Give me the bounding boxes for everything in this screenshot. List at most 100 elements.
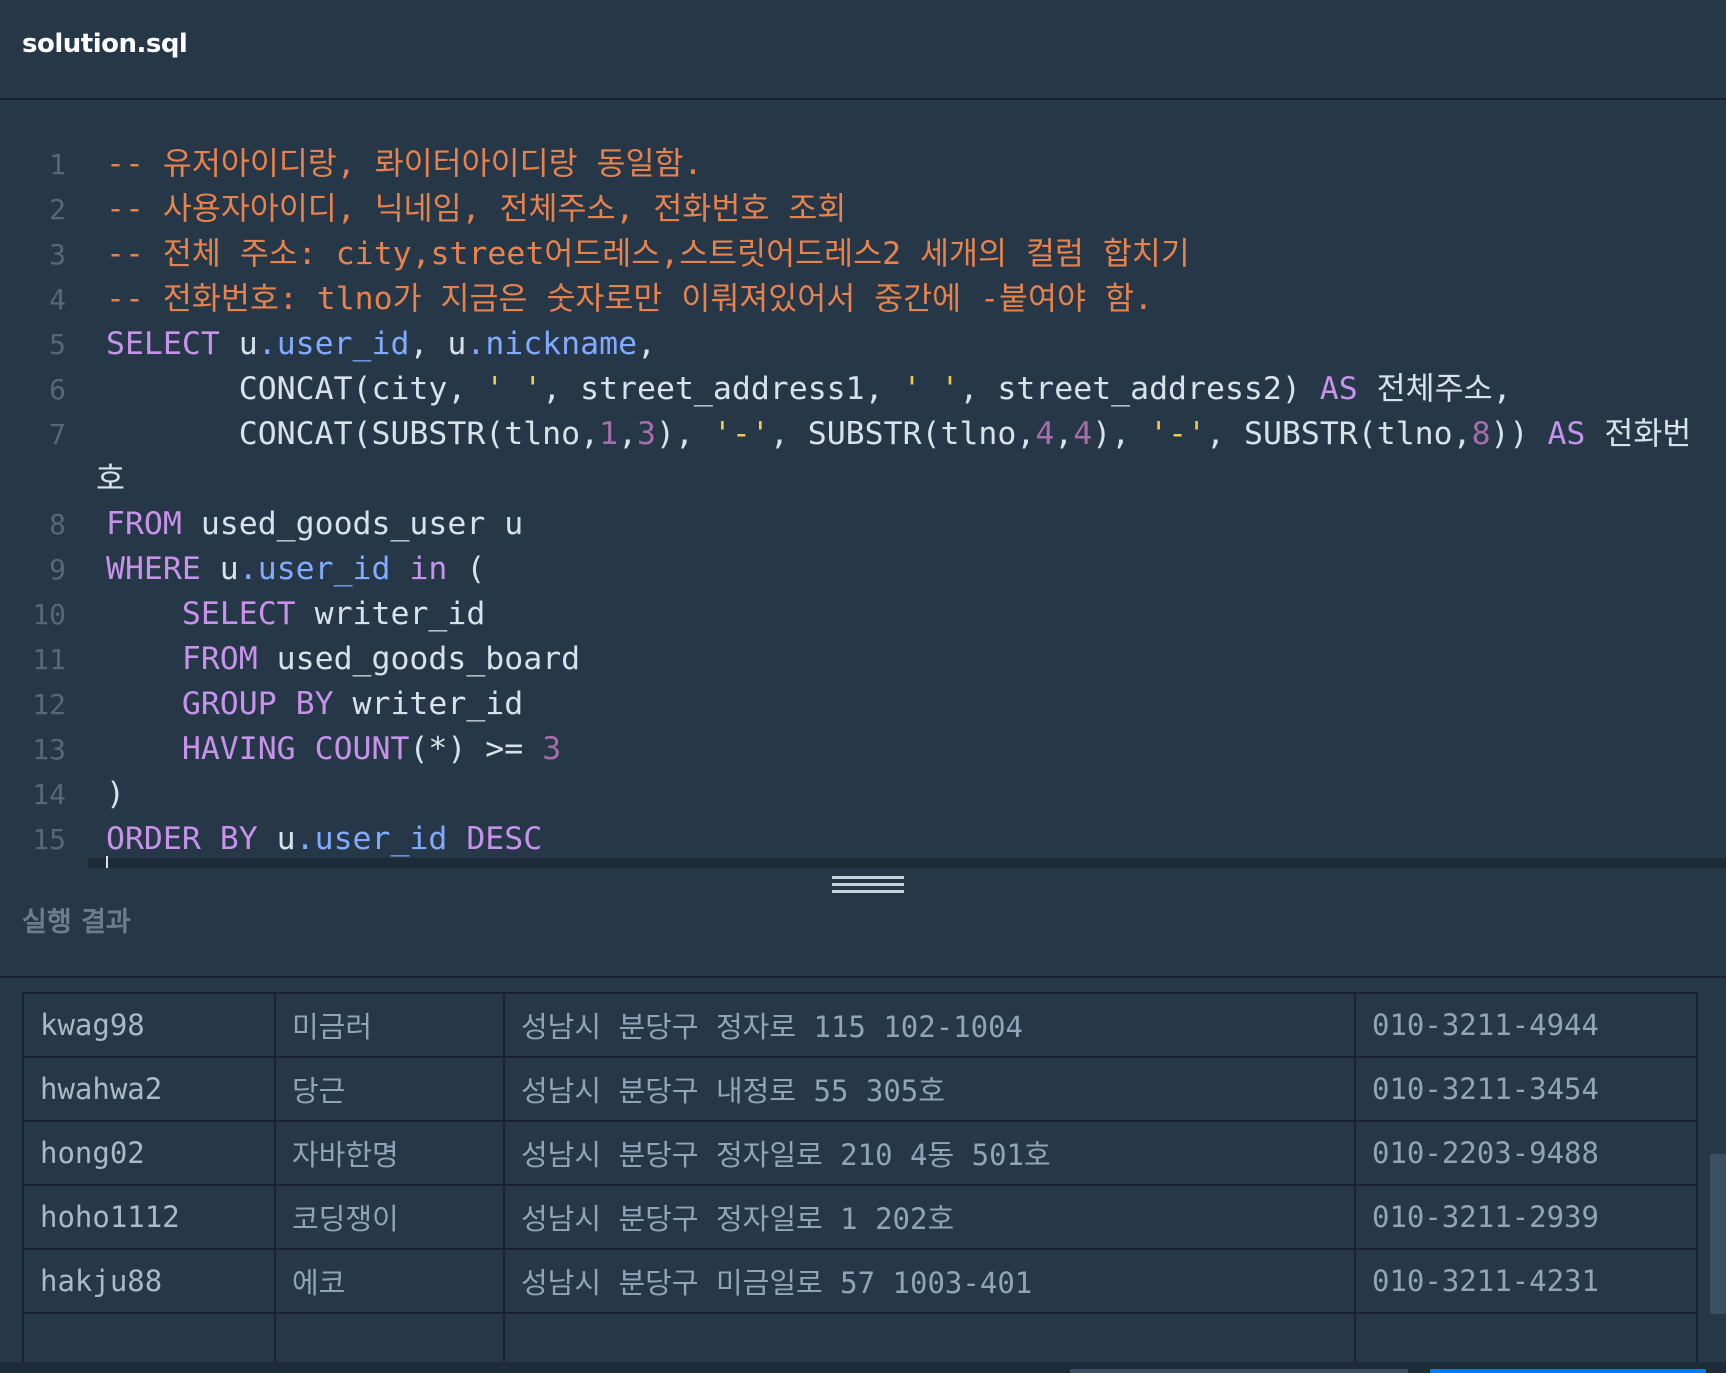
table-cell: 미금러	[274, 992, 505, 1058]
code-token: ,	[1054, 416, 1074, 452]
code-line[interactable]: 7 CONCAT(SUBSTR(tlno,1,3), '-', SUBSTR(t…	[0, 412, 1726, 457]
table-cell: 코딩쟁이	[274, 1184, 505, 1250]
file-title: solution.sql	[22, 29, 188, 59]
line-number: 15	[32, 823, 66, 856]
code-token: ,	[637, 326, 657, 362]
code-text[interactable]: FROM used_goods_board	[106, 637, 580, 682]
code-text[interactable]: -- 사용자아이디, 닉네임, 전체주소, 전화번호 조회	[106, 187, 846, 232]
code-text[interactable]: )	[106, 772, 125, 817]
code-token: u	[200, 551, 239, 587]
table-cell: hoho1112	[22, 1184, 276, 1250]
code-line[interactable]: 11 FROM used_goods_board	[0, 637, 1726, 682]
code-token: GROUP BY	[181, 686, 334, 722]
code-line[interactable]: 10 SELECT writer_id	[0, 592, 1726, 637]
code-token: ,	[618, 416, 638, 452]
bottom-action-bar	[0, 1362, 1726, 1373]
code-line[interactable]: 4 -- 전화번호: tlno가 지금은 숫자로만 이뤄져있어서 중간에 -붙여야…	[0, 277, 1726, 322]
line-number: 4	[49, 283, 66, 316]
line-number: 14	[32, 778, 66, 811]
code-token: , SUBSTR(tlno,	[769, 416, 1036, 452]
code-token: WHERE	[106, 551, 201, 587]
code-token: .nickname	[466, 326, 638, 362]
line-number: 1	[49, 148, 66, 181]
code-token: 호	[96, 461, 125, 497]
code-line[interactable]: 8 FROM used_goods_user u	[0, 502, 1726, 547]
code-token: , street_address1,	[542, 371, 903, 407]
result-vertical-scrollbar[interactable]	[1706, 978, 1726, 1373]
code-editor[interactable]: 1 -- 유저아이디랑, 롸이터아이디랑 동일함. 2 -- 사용자아이디, 닉네임,…	[0, 100, 1726, 858]
code-token: u	[219, 326, 258, 362]
result-panel: 실행 결과 kwag98 미금러 성남시 분당구 정자로 115 102-1004 0…	[0, 868, 1726, 1373]
code-token: -- 사용자아이디, 닉네임, 전체주소, 전화번호 조회	[106, 191, 847, 227]
code-token: 4	[1035, 416, 1055, 452]
code-token: 4	[1073, 416, 1093, 452]
bottom-button-2[interactable]	[1232, 1369, 1408, 1373]
code-token: CONCAT(city,	[106, 371, 486, 407]
code-text[interactable]: SELECT writer_id	[106, 592, 485, 637]
code-token: .user_id	[295, 821, 448, 857]
code-text[interactable]: 호	[96, 457, 125, 502]
file-header: solution.sql	[0, 0, 1726, 100]
code-line[interactable]: 2 -- 사용자아이디, 닉네임, 전체주소, 전화번호 조회	[0, 187, 1726, 232]
code-line[interactable]: 5 SELECT u.user_id, u.nickname,	[0, 322, 1726, 367]
code-line[interactable]: 9 WHERE u.user_id in (	[0, 547, 1726, 592]
table-row: hong02 자바한명 성남시 분당구 정자일로 210 4동 501호 010-22…	[22, 1120, 1698, 1186]
code-token: -- 전화번호: tlno가 지금은 숫자로만 이뤄져있어서 중간에 -붙여야 …	[106, 281, 1153, 317]
code-line[interactable]: 6 CONCAT(city, ' ', street_address1, ' '…	[0, 367, 1726, 412]
code-line[interactable]: 1 -- 유저아이디랑, 롸이터아이디랑 동일함.	[0, 142, 1726, 187]
table-row: kwag98 미금러 성남시 분당구 정자로 115 102-1004 010-321…	[22, 992, 1698, 1058]
code-token: 전체주소,	[1357, 371, 1512, 407]
code-line[interactable]: 3 -- 전체 주소: city,street어드레스,스트릿어드레스2 세개의 …	[0, 232, 1726, 277]
code-line[interactable]: 12 GROUP BY writer_id	[0, 682, 1726, 727]
code-text[interactable]: -- 유저아이디랑, 롸이터아이디랑 동일함.	[106, 142, 702, 187]
code-text[interactable]: FROM used_goods_user u	[106, 502, 523, 547]
code-token: HAVING COUNT	[181, 731, 410, 767]
code-text[interactable]: SELECT u.user_id, u.nickname,	[106, 322, 656, 367]
code-text[interactable]: WHERE u.user_id in (	[106, 547, 485, 592]
code-token: AS	[1547, 416, 1586, 452]
code-text[interactable]: ORDER BY u.user_id DESC	[106, 817, 542, 858]
code-token: , street_address2)	[959, 371, 1320, 407]
code-token: SELECT	[181, 596, 296, 632]
code-token: , SUBSTR(tlno,	[1206, 416, 1472, 452]
code-text[interactable]: CONCAT(SUBSTR(tlno,1,3), '-', SUBSTR(tln…	[106, 412, 1692, 457]
code-token: ))	[1490, 416, 1548, 452]
table-cell: 010-2203-9488	[1354, 1120, 1698, 1186]
table-cell: 에코	[274, 1248, 505, 1314]
table-cell: 010-3211-4231	[1354, 1248, 1698, 1314]
code-text[interactable]: HAVING COUNT(*) >= 3	[106, 727, 561, 772]
line-number: 12	[32, 688, 66, 721]
resize-handle-icon[interactable]	[832, 876, 904, 896]
line-number: 9	[49, 553, 66, 586]
table-cell: 당근	[274, 1056, 505, 1122]
code-line[interactable]: 15 ORDER BY u.user_id DESC	[0, 817, 1726, 858]
code-token: SELECT	[106, 326, 220, 362]
code-token: ),	[656, 416, 713, 452]
line-number: 3	[49, 238, 66, 271]
scrollbar-thumb[interactable]	[1710, 1154, 1726, 1314]
code-line[interactable]: 14)	[0, 772, 1726, 817]
code-token: AS	[1319, 371, 1358, 407]
code-text[interactable]: GROUP BY writer_id	[106, 682, 523, 727]
bottom-button-1[interactable]	[1070, 1369, 1240, 1373]
code-token: u	[257, 821, 296, 857]
code-token: (*) >=	[409, 731, 543, 767]
code-line[interactable]: 호	[0, 457, 1726, 502]
code-text[interactable]: -- 전체 주소: city,street어드레스,스트릿어드레스2 세개의 컬…	[106, 232, 1190, 277]
code-token: used_goods_user u	[181, 506, 524, 542]
bottom-button-primary[interactable]	[1430, 1369, 1706, 1373]
table-cell: hwahwa2	[22, 1056, 276, 1122]
line-number: 8	[49, 508, 66, 541]
table-cell: 성남시 분당구 내정로 55 305호	[503, 1056, 1356, 1122]
code-text[interactable]: CONCAT(city, ' ', street_address1, ' ', …	[106, 367, 1512, 412]
editor-horizontal-scrollbar[interactable]	[88, 858, 1726, 868]
line-number: 13	[32, 733, 66, 766]
table-row: hwahwa2 당근 성남시 분당구 내정로 55 305호 010-3211-345…	[22, 1056, 1698, 1122]
code-lines[interactable]: 1 -- 유저아이디랑, 롸이터아이디랑 동일함. 2 -- 사용자아이디, 닉네임,…	[0, 142, 1726, 858]
code-text[interactable]: -- 전화번호: tlno가 지금은 숫자로만 이뤄져있어서 중간에 -붙여야 …	[106, 277, 1153, 322]
table-cell: 010-3211-4944	[1354, 992, 1698, 1058]
table-cell: 성남시 분당구 정자일로 210 4동 501호	[503, 1120, 1356, 1186]
code-line[interactable]: 13 HAVING COUNT(*) >= 3	[0, 727, 1726, 772]
